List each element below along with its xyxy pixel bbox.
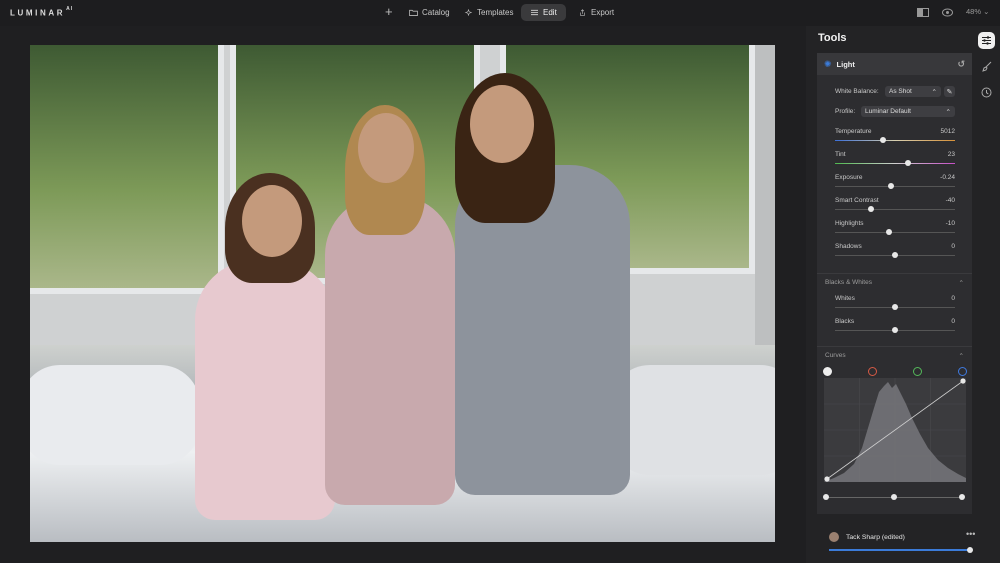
profile-select[interactable]: Luminar Default ⌃ bbox=[861, 106, 955, 117]
export-icon bbox=[580, 9, 585, 16]
histogram bbox=[824, 382, 966, 482]
slider-track[interactable] bbox=[835, 186, 955, 187]
slider-value: 5012 bbox=[940, 128, 955, 135]
profile-label: Profile: bbox=[835, 108, 856, 115]
tools-panel: Tools ✺ Light ↺ White Balance: As Shot ⌃ … bbox=[806, 26, 1000, 563]
slider-label: Shadows bbox=[835, 243, 862, 250]
zoom-value: 48% bbox=[966, 7, 982, 16]
white-balance-label: White Balance: bbox=[835, 88, 879, 95]
blacks-whites-title: Blacks & Whites bbox=[825, 279, 872, 286]
top-bar: LUMINARAI + Catalog Templates Edit Expor… bbox=[0, 0, 1000, 26]
slider-knob[interactable] bbox=[905, 160, 912, 166]
curve-channel-red[interactable] bbox=[868, 367, 877, 376]
profile-row: Profile: bbox=[835, 108, 855, 115]
folder-icon bbox=[409, 9, 418, 16]
light-title: Light bbox=[836, 59, 855, 69]
slider-knob[interactable] bbox=[886, 229, 892, 235]
preset-amount-track[interactable] bbox=[829, 549, 970, 551]
curves-section bbox=[817, 346, 972, 511]
preset-amount-knob[interactable] bbox=[967, 547, 973, 553]
tab-templates[interactable]: Templates bbox=[455, 4, 522, 21]
tab-catalog[interactable]: Catalog bbox=[400, 4, 459, 21]
brush-icon[interactable] bbox=[978, 58, 995, 75]
more-icon[interactable]: ••• bbox=[966, 529, 975, 539]
slider-label: Whites bbox=[835, 295, 855, 302]
curve-white-point[interactable] bbox=[959, 494, 965, 500]
slider-value: -0.24 bbox=[940, 174, 955, 181]
slider-value: 0 bbox=[951, 295, 955, 302]
slider-knob[interactable] bbox=[892, 327, 898, 333]
slider-track[interactable] bbox=[835, 232, 955, 233]
add-photos-button[interactable]: + bbox=[385, 4, 393, 20]
panel-title: Tools bbox=[818, 32, 847, 44]
slider-knob[interactable] bbox=[880, 137, 886, 143]
slider-label: Temperature bbox=[835, 128, 872, 135]
slider-label: Smart Contrast bbox=[835, 197, 879, 204]
undo-icon[interactable]: ↺ bbox=[957, 59, 965, 70]
slider-value: -10 bbox=[945, 220, 955, 227]
zoom-dropdown[interactable]: 48% ⌄ bbox=[966, 7, 989, 16]
slider-knob[interactable] bbox=[892, 304, 898, 310]
tab-edit[interactable]: Edit bbox=[521, 4, 566, 21]
tab-templates-label: Templates bbox=[477, 8, 514, 17]
slider-track[interactable] bbox=[835, 140, 955, 141]
light-tool-card: ✺ Light ↺ White Balance: As Shot ⌃ ✎ Prof… bbox=[817, 53, 972, 514]
sun-icon: ✺ bbox=[824, 58, 832, 69]
slider-knob[interactable] bbox=[868, 206, 874, 212]
light-header[interactable]: ✺ Light ↺ bbox=[817, 53, 972, 75]
blacks-whites-header[interactable]: Blacks & Whites ⌃ bbox=[817, 273, 972, 291]
slider-knob[interactable] bbox=[888, 183, 895, 189]
preset-thumbnail bbox=[829, 532, 839, 542]
eyedropper-icon: ✎ bbox=[946, 88, 953, 96]
tab-export-label: Export bbox=[591, 8, 615, 17]
curve-channel-rgb[interactable] bbox=[823, 367, 832, 376]
tab-catalog-label: Catalog bbox=[422, 8, 450, 17]
chevron-updown-icon: ⌃ bbox=[931, 88, 937, 96]
slider-value: 0 bbox=[951, 243, 955, 250]
chevron-updown-icon: ⌃ bbox=[945, 108, 951, 116]
curve-channel-blue[interactable] bbox=[958, 367, 967, 376]
curve-black-point[interactable] bbox=[823, 494, 829, 500]
preset-name: Tack Sharp (edited) bbox=[846, 534, 905, 541]
slider-label: Tint bbox=[835, 151, 846, 158]
sliders-icon bbox=[531, 9, 538, 16]
curve-channel-green[interactable] bbox=[913, 367, 922, 376]
slider-track[interactable] bbox=[835, 163, 955, 164]
tab-export[interactable]: Export bbox=[569, 4, 623, 21]
side-toolbar bbox=[978, 32, 996, 110]
eye-icon[interactable] bbox=[942, 8, 953, 17]
slider-label: Highlights bbox=[835, 220, 864, 227]
templates-icon bbox=[464, 9, 473, 16]
eyedropper-button[interactable]: ✎ bbox=[944, 86, 955, 97]
tab-edit-label: Edit bbox=[543, 8, 557, 17]
slider-track[interactable] bbox=[835, 209, 955, 210]
compare-icon[interactable] bbox=[917, 8, 929, 17]
image-canvas[interactable] bbox=[0, 26, 806, 563]
chevron-down-icon: ⌄ bbox=[983, 7, 990, 16]
slider-value: 23 bbox=[947, 151, 955, 158]
slider-label: Exposure bbox=[835, 174, 863, 181]
slider-knob[interactable] bbox=[892, 252, 898, 258]
photo-preview[interactable] bbox=[30, 45, 775, 542]
curve-midpoint[interactable] bbox=[891, 494, 897, 500]
white-balance-value: As Shot bbox=[889, 88, 912, 95]
preset-bar: Tack Sharp (edited) ••• bbox=[817, 523, 977, 557]
profile-value: Luminar Default bbox=[865, 108, 911, 115]
app-logo: LUMINARAI bbox=[10, 6, 74, 18]
chevron-up-icon: ⌃ bbox=[958, 279, 964, 287]
adjustments-icon[interactable] bbox=[978, 32, 995, 49]
white-balance-select[interactable]: As Shot ⌃ bbox=[885, 86, 941, 97]
slider-value: -40 bbox=[945, 197, 955, 204]
slider-label: Blacks bbox=[835, 318, 855, 325]
history-icon[interactable] bbox=[978, 84, 995, 101]
curves-graph[interactable] bbox=[824, 378, 966, 482]
slider-value: 0 bbox=[951, 318, 955, 325]
